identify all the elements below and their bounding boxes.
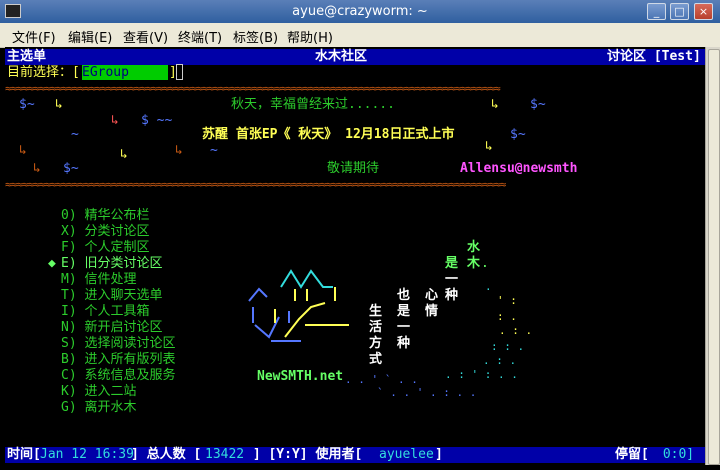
poem-char: 木 [467,256,481,271]
dollar-tilde-icon: $~ [530,97,546,112]
window-titlebar: ayue@crazyworm: ~ _ □ × [0,0,720,23]
poem-char: 一 [445,272,459,287]
banner-line1: 秋天，幸福曾经来过...... [231,97,395,112]
dot-trail: . : . [499,324,533,337]
status-users-value: 13422 [205,447,245,462]
maximize-button[interactable]: □ [670,3,689,20]
poem-char: 生 [369,304,383,319]
banner-author: Allensu@newsmth [460,161,578,176]
dollar-tilde-icon: $~ [510,127,526,142]
poem-char: 种 [445,288,459,303]
dot-trail: ' : [497,294,517,307]
site-name: NewSMTH.net [257,369,344,384]
hand-icon: ↳ [111,113,119,128]
status-mode-label: ] [Y:Y] 使用者[ [245,447,363,462]
wave-divider-top: ≈≈≈≈≈≈≈≈≈≈≈≈≈≈≈≈≈≈≈≈≈≈≈≈≈≈≈≈≈≈≈≈≈≈≈≈≈≈≈≈… [5,82,501,95]
dollar-tilde-icon: $ ~~ [141,113,173,128]
menu-view[interactable]: 查看(V) [123,27,168,46]
poem-char: 活 [369,320,383,335]
menu-item-old-categories[interactable]: E) 旧分类讨论区 [61,256,162,271]
poem-char: 心 [425,288,439,303]
scrollbar-thumb[interactable] [708,49,720,465]
menu-item-system-info[interactable]: C) 系统信息及服务 [61,368,175,383]
menu-item-announcements[interactable]: 0) 精华公布栏 [61,208,149,223]
prompt-label: 目前选择：[ [7,65,80,80]
dot-trail: . : . [483,354,517,367]
menu-file[interactable]: 文件(F) [12,27,56,46]
header-center: 水木社区 [315,49,368,64]
menu-item-exit[interactable]: G) 离开水木 [61,400,136,415]
status-stay-label: 停留[ [615,447,649,462]
hand-icon: ↳ [120,147,128,162]
poem-char: 种 [397,336,411,351]
menu-item-new-boards[interactable]: N) 新开启讨论区 [61,320,162,335]
header-right: 讨论区 [Test] [607,49,701,64]
status-user-value: ayuelee [379,447,434,462]
menu-item-toolbox[interactable]: I) 个人工具箱 [61,304,149,319]
menu-item-mail[interactable]: M) 信件处理 [61,272,136,287]
poem-char: . [481,256,489,271]
poem-char: 也 [397,288,411,303]
dot-trail: . [485,280,492,293]
cursor [176,64,183,80]
menu-item-all-boards[interactable]: B) 进入所有版列表 [61,352,175,367]
menu-item-chat[interactable]: T) 进入聊天选单 [61,288,162,303]
menubar: 文件(F) 编辑(E) 查看(V) 终端(T) 标签(B) 帮助(H) [0,23,720,48]
dot-trail: : : . [491,340,525,353]
poem-char: 是 [445,256,459,271]
menu-item-categories[interactable]: X) 分类讨论区 [61,224,149,239]
poem-char: 式 [369,352,383,367]
status-stay-value: 0:0] [655,447,695,462]
poem-char: 一 [397,320,411,335]
selection-input[interactable]: EGroup [82,65,168,80]
header-left: 主选单 [7,49,47,64]
status-time-value: Jan 12 16:39 [40,447,134,462]
hand-icon: ↳ [175,143,183,158]
hand-icon: ↳ [19,143,27,158]
close-button[interactable]: × [694,3,713,20]
dot-trail: ` . . ' . : . . [377,386,477,399]
hand-icon: ↳ [485,139,493,154]
status-user-close: ] [435,447,443,462]
tilde-icon: ~ [71,127,79,142]
status-time-label: 时间[ [7,447,41,462]
menu-terminal[interactable]: 终端(T) [178,27,222,46]
menu-edit[interactable]: 编辑(E) [68,27,112,46]
tilde-icon: ~ [210,143,218,158]
menu-item-second-site[interactable]: K) 进入二站 [61,384,136,399]
dollar-tilde-icon: $~ [63,161,79,176]
dot-trail: . : ' : . . [445,368,518,381]
terminal-screen[interactable]: 主选单 水木社区 讨论区 [Test] 目前选择：[ EGroup ] ≈≈≈≈… [5,47,705,465]
poem-char: 是 [397,304,411,319]
menu-item-favorites[interactable]: F) 个人定制区 [61,240,149,255]
banner-line3: 敬请期待 [327,161,380,176]
poem-char: 方 [369,336,383,351]
dollar-tilde-icon: $~ [19,97,35,112]
poem-char: 情 [425,304,439,319]
minimize-button[interactable]: _ [647,3,666,20]
ascii-art-figure [248,269,349,342]
wave-divider-bottom: ≈≈≈≈≈≈≈≈≈≈≈≈≈≈≈≈≈≈≈≈≈≈≈≈≈≈≈≈≈≈≈≈≈≈≈≈≈≈≈≈… [5,178,506,191]
poem-char: 水 [467,240,481,255]
banner-line2: 苏醒 首张EP《 秋天》 12月18日正式上市 [202,127,455,142]
window-title: ayue@crazyworm: ~ [292,4,428,19]
hand-icon: ↳ [33,161,41,176]
menu-item-select-board[interactable]: S) 选择阅读讨论区 [61,336,175,351]
scrollbar[interactable] [705,47,720,465]
menu-tabs[interactable]: 标签(B) [233,27,278,46]
status-users-label: ] 总人数 [ [131,447,202,462]
hand-icon: ↳ [55,97,63,112]
menu-help[interactable]: 帮助(H) [287,27,333,46]
dot-trail: : . [497,310,517,323]
selected-marker: ◆ [48,256,56,271]
hand-icon: ↳ [491,97,499,112]
